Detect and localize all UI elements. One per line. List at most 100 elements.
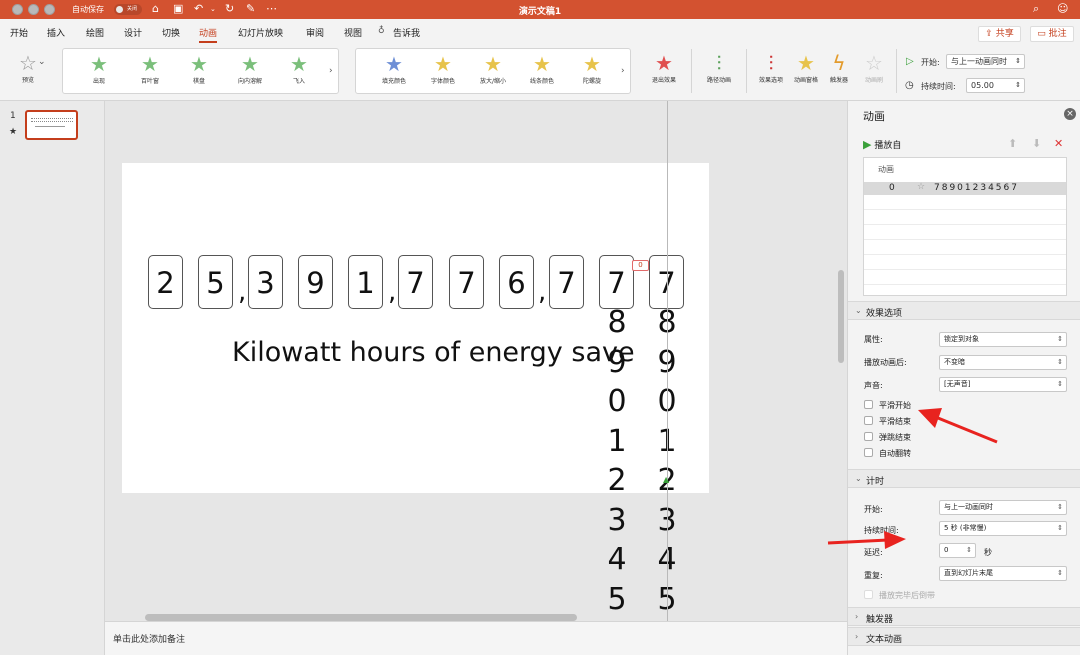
- chevron-right-icon: ›: [855, 632, 859, 641]
- notes-pane[interactable]: 单击此处添加备注: [105, 621, 847, 655]
- move-up-icon[interactable]: ⬆: [1008, 137, 1017, 150]
- effect-fill-color[interactable]: ★ 填充颜色: [372, 52, 416, 85]
- effect-fill-color-label: 填充颜色: [381, 78, 406, 85]
- emphasis-scroll-icon[interactable]: ›: [621, 66, 625, 76]
- auto-reverse-checkbox[interactable]: 自动翻转: [864, 448, 911, 459]
- slide-thumbnail[interactable]: [25, 110, 78, 140]
- account-icon[interactable]: ☺: [1057, 2, 1068, 15]
- effect-font-color[interactable]: ★ 字体颜色: [421, 52, 465, 85]
- updown-icon: ⇕: [1057, 503, 1063, 511]
- tell-me-search[interactable]: 告诉我: [393, 26, 420, 39]
- animation-pane-icon: ★: [797, 51, 815, 75]
- tab-insert[interactable]: 插入: [47, 26, 65, 39]
- animation-painter-icon: ☆: [865, 51, 883, 75]
- entrance-effects-gallery: ★ 出现 ★ 百叶窗 ★ 棋盘 ★ 向内溶解 ★ 飞入 ›: [62, 48, 339, 94]
- after-animation-select[interactable]: 不变暗 ⇕: [939, 355, 1067, 370]
- tab-slideshow[interactable]: 幻灯片放映: [238, 26, 283, 39]
- text-animation-section-header[interactable]: › 文本动画: [848, 627, 1080, 646]
- preview-button[interactable]: ☆ 预览: [9, 51, 47, 84]
- slide-caption[interactable]: Kilowatt hours of energy save: [232, 337, 635, 368]
- trigger-section-header[interactable]: › 触发器: [848, 607, 1080, 626]
- effect-dissolve-in[interactable]: ★ 向内溶解: [227, 52, 273, 85]
- rewind-checkbox[interactable]: 播放完毕后倒带: [864, 590, 935, 601]
- auto-reverse-label: 自动翻转: [879, 449, 911, 458]
- trigger-button[interactable]: ϟ 触发器: [823, 51, 855, 84]
- smooth-start-checkbox[interactable]: 平滑开始: [864, 400, 911, 411]
- start-select[interactable]: 与上一动画同时 ⇕: [946, 54, 1025, 69]
- effect-checkerboard[interactable]: ★ 棋盘: [178, 52, 220, 85]
- smooth-end-label: 平滑结束: [879, 417, 911, 426]
- move-down-icon[interactable]: ⬇: [1032, 137, 1041, 150]
- animation-order-badge[interactable]: 0: [632, 260, 649, 271]
- delete-icon[interactable]: ✕: [1054, 137, 1063, 150]
- tab-draw[interactable]: 绘图: [86, 26, 104, 39]
- effect-spin[interactable]: ★ 陀螺旋: [570, 52, 614, 85]
- search-icon[interactable]: ⌕: [1033, 2, 1039, 16]
- timing-start-label: 开始:: [864, 505, 883, 514]
- animation-painter-button[interactable]: ☆ 动画刷: [859, 51, 889, 84]
- exit-star-icon: ★: [655, 51, 673, 75]
- fill-color-star-icon: ★: [385, 52, 403, 76]
- entrance-scroll-icon[interactable]: ›: [329, 66, 333, 76]
- effect-appear[interactable]: ★ 出现: [78, 52, 120, 85]
- animation-list-item[interactable]: 0 ☆ 78901234567: [864, 182, 1066, 195]
- tab-design[interactable]: 设计: [124, 26, 142, 39]
- share-button[interactable]: ⇪ 共享: [978, 26, 1021, 42]
- delay-input[interactable]: 0 ⇕: [939, 543, 976, 558]
- effect-line-color[interactable]: ★ 线条颜色: [520, 52, 564, 85]
- tab-view[interactable]: 视图: [344, 26, 362, 39]
- timing-start-select[interactable]: 与上一动画同时 ⇕: [939, 500, 1067, 515]
- after-animation-label: 播放动画后:: [864, 358, 907, 367]
- effect-grow-shrink[interactable]: ★ 放大/缩小: [471, 52, 515, 85]
- motion-path-button[interactable]: ⫶ 路径动画: [696, 51, 742, 84]
- digit-box[interactable]: 9: [298, 255, 333, 309]
- comma-separator: ,: [238, 277, 247, 307]
- rolling-digit: 3: [607, 502, 627, 538]
- effect-spin-label: 陀螺旋: [582, 78, 601, 85]
- timing-duration-select[interactable]: 5 秒 (非常慢) ⇕: [939, 521, 1067, 536]
- tab-review[interactable]: 审阅: [306, 26, 324, 39]
- digit-box[interactable]: 5: [198, 255, 233, 309]
- digit-box[interactable]: 3: [248, 255, 283, 309]
- checkbox-box: [864, 416, 873, 425]
- close-icon[interactable]: ×: [1064, 108, 1076, 120]
- effect-fly-in[interactable]: ★ 飞入: [278, 52, 320, 85]
- timing-duration-value: 5 秒 (非常慢): [944, 524, 987, 532]
- animation-pane-button[interactable]: ★ 动画窗格: [792, 51, 820, 84]
- animation-pane-label: 动画窗格: [793, 77, 818, 84]
- repeat-select[interactable]: 直到幻灯片末尾 ⇕: [939, 566, 1067, 581]
- tab-transitions[interactable]: 切换: [162, 26, 180, 39]
- effect-options-section-header[interactable]: ⌄ 效果选项: [848, 301, 1080, 320]
- comments-button[interactable]: ▭ 批注: [1030, 26, 1074, 42]
- digit-box[interactable]: 1: [348, 255, 383, 309]
- comma-separator: ,: [538, 277, 547, 307]
- effect-options-section-label: 效果选项: [866, 309, 903, 319]
- digit-box[interactable]: 7: [398, 255, 433, 309]
- bounce-end-checkbox[interactable]: 弹跳结束: [864, 432, 911, 443]
- tab-home[interactable]: 开始: [10, 26, 28, 39]
- effect-blinds[interactable]: ★ 百叶窗: [129, 52, 171, 85]
- duration-input[interactable]: 05.00 ⇕: [966, 78, 1025, 93]
- horizontal-scrollbar[interactable]: [145, 614, 577, 621]
- property-select[interactable]: 锁定到对象 ⇕: [939, 332, 1067, 347]
- font-color-star-icon: ★: [434, 52, 452, 76]
- smooth-end-checkbox[interactable]: 平滑结束: [864, 416, 911, 427]
- share-icon: ⇪: [985, 29, 996, 39]
- spin-star-icon: ★: [583, 52, 601, 76]
- exit-effects-button[interactable]: ★ 退出效果: [641, 51, 687, 84]
- effect-options-button[interactable]: ⫶ 效果选项: [749, 51, 793, 84]
- timing-section-header[interactable]: ⌄ 计时: [848, 469, 1080, 488]
- preview-label: 预览: [21, 77, 34, 84]
- preview-dropdown-icon[interactable]: ⌄: [38, 57, 46, 67]
- digit-box[interactable]: 2: [148, 255, 183, 309]
- digit-box[interactable]: 7: [549, 255, 584, 309]
- tab-animations[interactable]: 动画: [199, 26, 218, 43]
- digit-box[interactable]: 7: [449, 255, 484, 309]
- digit-box[interactable]: 6: [499, 255, 534, 309]
- digit-box[interactable]: 7: [599, 255, 634, 309]
- sound-select[interactable]: [无声音] ⇕: [939, 377, 1067, 392]
- play-from-button[interactable]: ▶ 播放自: [863, 138, 901, 151]
- vertical-scrollbar[interactable]: [838, 270, 844, 363]
- play-icon: ▶: [863, 138, 872, 151]
- rolling-digit: 1: [607, 423, 627, 459]
